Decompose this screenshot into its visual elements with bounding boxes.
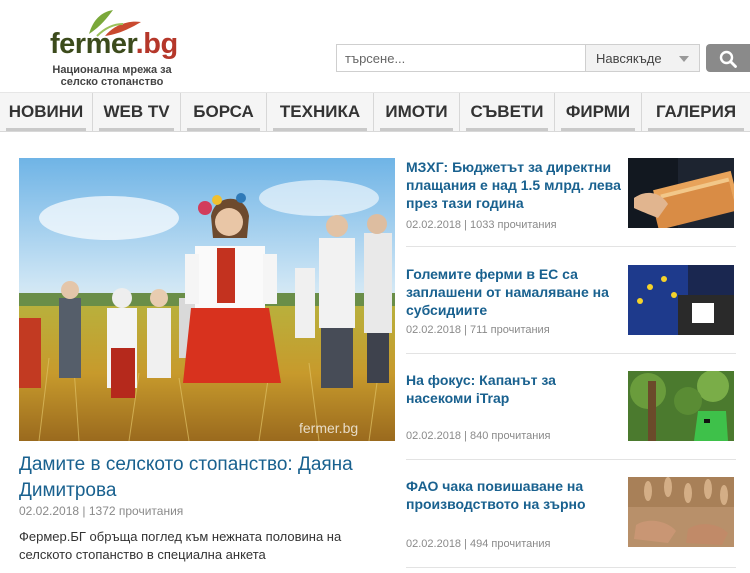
side-article-title[interactable]: МЗХГ: Бюджетът за директни плащания е на… (406, 158, 621, 212)
site-tagline: Национална мрежа за селско стопанство (52, 64, 172, 88)
side-article-meta: 02.02.2018 | 711 прочитания (406, 324, 550, 336)
search-icon (719, 50, 737, 68)
nav-item-gallery[interactable]: ГАЛЕРИЯ (642, 93, 750, 131)
nav-item-machinery[interactable]: ТЕХНИКА (267, 93, 374, 131)
money-photo (628, 158, 734, 228)
main-article-title[interactable]: Дамите в селското стопанство: Даяна Дими… (19, 452, 389, 504)
side-article-thumbnail[interactable] (628, 158, 734, 228)
chevron-down-icon (679, 56, 689, 62)
side-article: ФАО чака повишаване на производството на… (406, 477, 736, 568)
nav-item-advice[interactable]: СЪВЕТИ (460, 93, 555, 131)
search-scope-value: Навсякъде (596, 51, 662, 66)
side-article: На фокус: Капанът за насекоми iTrap 02.0… (406, 371, 736, 460)
search-input[interactable] (337, 45, 585, 71)
side-article-title[interactable]: ФАО чака повишаване на производството на… (406, 477, 621, 513)
main-article-image[interactable]: fermer.bg (19, 158, 395, 441)
grain-photo (628, 477, 734, 547)
side-article-thumbnail[interactable] (628, 371, 734, 441)
side-article-meta: 02.02.2018 | 494 прочитания (406, 538, 551, 550)
nav-item-exchange[interactable]: БОРСА (181, 93, 267, 131)
side-article: МЗХГ: Бюджетът за директни плащания е на… (406, 158, 736, 247)
side-article: Големите ферми в ЕС са заплашени от нама… (406, 265, 736, 354)
insect-trap-photo (628, 371, 734, 441)
search-field[interactable] (336, 44, 586, 72)
main-article-meta: 02.02.2018 | 1372 прочитания (19, 504, 184, 518)
side-article-thumbnail[interactable] (628, 265, 734, 335)
nav-item-properties[interactable]: ИМОТИ (374, 93, 460, 131)
side-article-meta: 02.02.2018 | 1033 прочитания (406, 219, 557, 231)
nav-item-web-tv[interactable]: WEB TV (93, 93, 181, 131)
side-article-title[interactable]: Големите ферми в ЕС са заплашени от нама… (406, 265, 621, 319)
nav-item-news[interactable]: НОВИНИ (0, 93, 93, 131)
site-logo[interactable]: fermer.bg Национална мрежа за селско сто… (45, 6, 195, 88)
main-article-description: Фермер.БГ обръща поглед към нежната поло… (19, 529, 342, 562)
photo-watermark: fermer.bg (299, 420, 358, 436)
side-article-title[interactable]: На фокус: Капанът за насекоми iTrap (406, 371, 621, 407)
search-button[interactable] (706, 44, 750, 72)
eu-flag-photo (628, 265, 734, 335)
search-scope-select[interactable]: Навсякъде (586, 44, 700, 72)
side-article-meta: 02.02.2018 | 840 прочитания (406, 430, 551, 442)
logo-wordmark: fermer.bg (50, 28, 178, 60)
nav-item-companies[interactable]: ФИРМИ (555, 93, 642, 131)
main-navigation: НОВИНИ WEB TV БОРСА ТЕХНИКА ИМОТИ СЪВЕТИ… (0, 92, 750, 132)
main-article-photo: fermer.bg (19, 158, 395, 441)
side-article-thumbnail[interactable] (628, 477, 734, 547)
